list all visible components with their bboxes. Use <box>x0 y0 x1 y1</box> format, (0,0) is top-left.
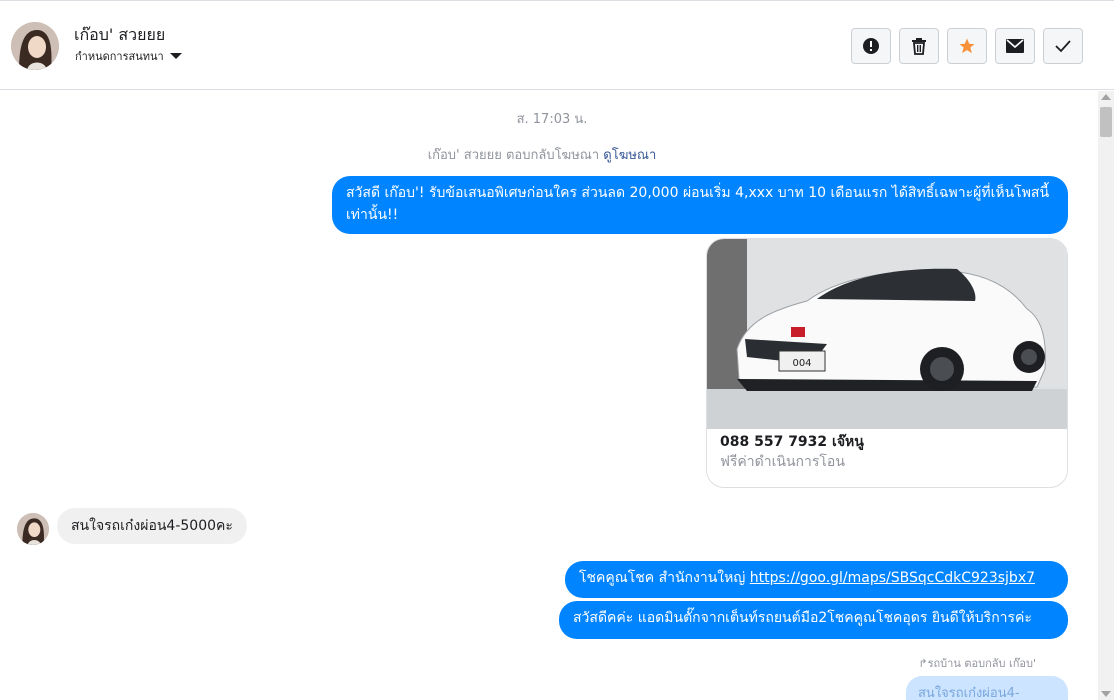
message-text: สนใจรถเก๋งผ่อน4-5000คะ <box>918 686 1020 700</box>
assign-conversation-dropdown[interactable]: กำหนดการสนทนา <box>75 47 182 65</box>
check-icon <box>1055 40 1071 53</box>
reply-note: ↱รถบ้าน ตอบกลับ เก๊อบ' <box>918 657 1036 670</box>
contact-avatar-small[interactable] <box>17 513 49 545</box>
license-plate: 004 <box>792 358 811 369</box>
message-text: สวัสดีคค่ะ แอดมินตั๊กจากเต็นท์รถยนต์มือ2… <box>573 610 1032 626</box>
quoted-reply-preview: สนใจรถเก๋งผ่อน4-5000คะ <box>906 676 1068 700</box>
scroll-thumb[interactable] <box>1100 107 1112 137</box>
car-image: 004 <box>707 239 1067 429</box>
message-text: โชคคูณโชค สำนักงานใหญ่ <box>579 570 746 586</box>
scroll-down-arrow-icon[interactable] <box>1101 691 1111 697</box>
car-photo: 004 <box>707 239 1067 429</box>
delete-button[interactable] <box>899 28 939 64</box>
exclamation-icon <box>863 38 879 54</box>
avatar-photo <box>11 22 59 70</box>
message-timestamp: ส. 17:03 น. <box>516 112 588 127</box>
scroll-up-arrow-icon[interactable] <box>1101 94 1111 100</box>
ad-card[interactable]: 004 088 557 7932 เจ๊หนู ฟรีค่าดำเนินการโ… <box>706 238 1068 488</box>
caret-down-icon <box>169 53 182 59</box>
thread-scrollbar[interactable] <box>1098 91 1114 700</box>
report-button[interactable] <box>851 28 891 64</box>
outgoing-message: สวัสดีคค่ะ แอดมินตั๊กจากเต็นท์รถยนต์มือ2… <box>559 601 1068 639</box>
incoming-message: สนใจรถเก๋งผ่อน4-5000คะ <box>57 508 247 544</box>
message-text: สนใจรถเก๋งผ่อน4-5000คะ <box>71 518 233 534</box>
outgoing-message: โชคคูณโชค สำนักงานใหญ่ https://goo.gl/ma… <box>565 561 1068 598</box>
mark-unread-button[interactable] <box>995 28 1035 64</box>
envelope-icon <box>1006 39 1024 53</box>
ad-card-subtitle: ฟรีค่าดำเนินการโอน <box>720 454 845 470</box>
contact-name: เก๊อบ' สวยยย <box>74 25 166 44</box>
ad-reply-notice: เก๊อบ' สวยยย ตอบกลับโฆษณา ดูโฆษณา <box>0 144 1084 165</box>
ad-reply-text: เก๊อบ' สวยยย ตอบกลับโฆษณา <box>427 148 600 163</box>
trash-icon <box>912 38 926 55</box>
ad-card-title: 088 557 7932 เจ๊หนู <box>720 434 864 450</box>
mark-done-button[interactable] <box>1043 28 1083 64</box>
maps-link[interactable]: https://goo.gl/maps/SBSqcCdkC923sjbx7 <box>750 570 1035 586</box>
conversation-header: เก๊อบ' สวยยย กำหนดการสนทนา <box>0 0 1114 90</box>
star-icon <box>959 38 975 54</box>
avatar-photo <box>17 513 49 545</box>
contact-avatar[interactable] <box>11 22 59 70</box>
outgoing-message: สวัสดี เก๊อบ'! รับข้อเสนอพิเศษก่อนใคร ส่… <box>332 176 1068 234</box>
message-thread[interactable]: ส. 17:03 น. เก๊อบ' สวยยย ตอบกลับโฆษณา ดู… <box>0 91 1098 700</box>
star-button[interactable] <box>947 28 987 64</box>
view-ad-link[interactable]: ดูโฆษณา <box>603 148 656 163</box>
reply-arrow-icon: ↱ <box>918 657 928 670</box>
message-text: สวัสดี เก๊อบ'! รับข้อเสนอพิเศษก่อนใคร ส่… <box>346 185 1050 223</box>
assign-label: กำหนดการสนทนา <box>75 50 164 63</box>
